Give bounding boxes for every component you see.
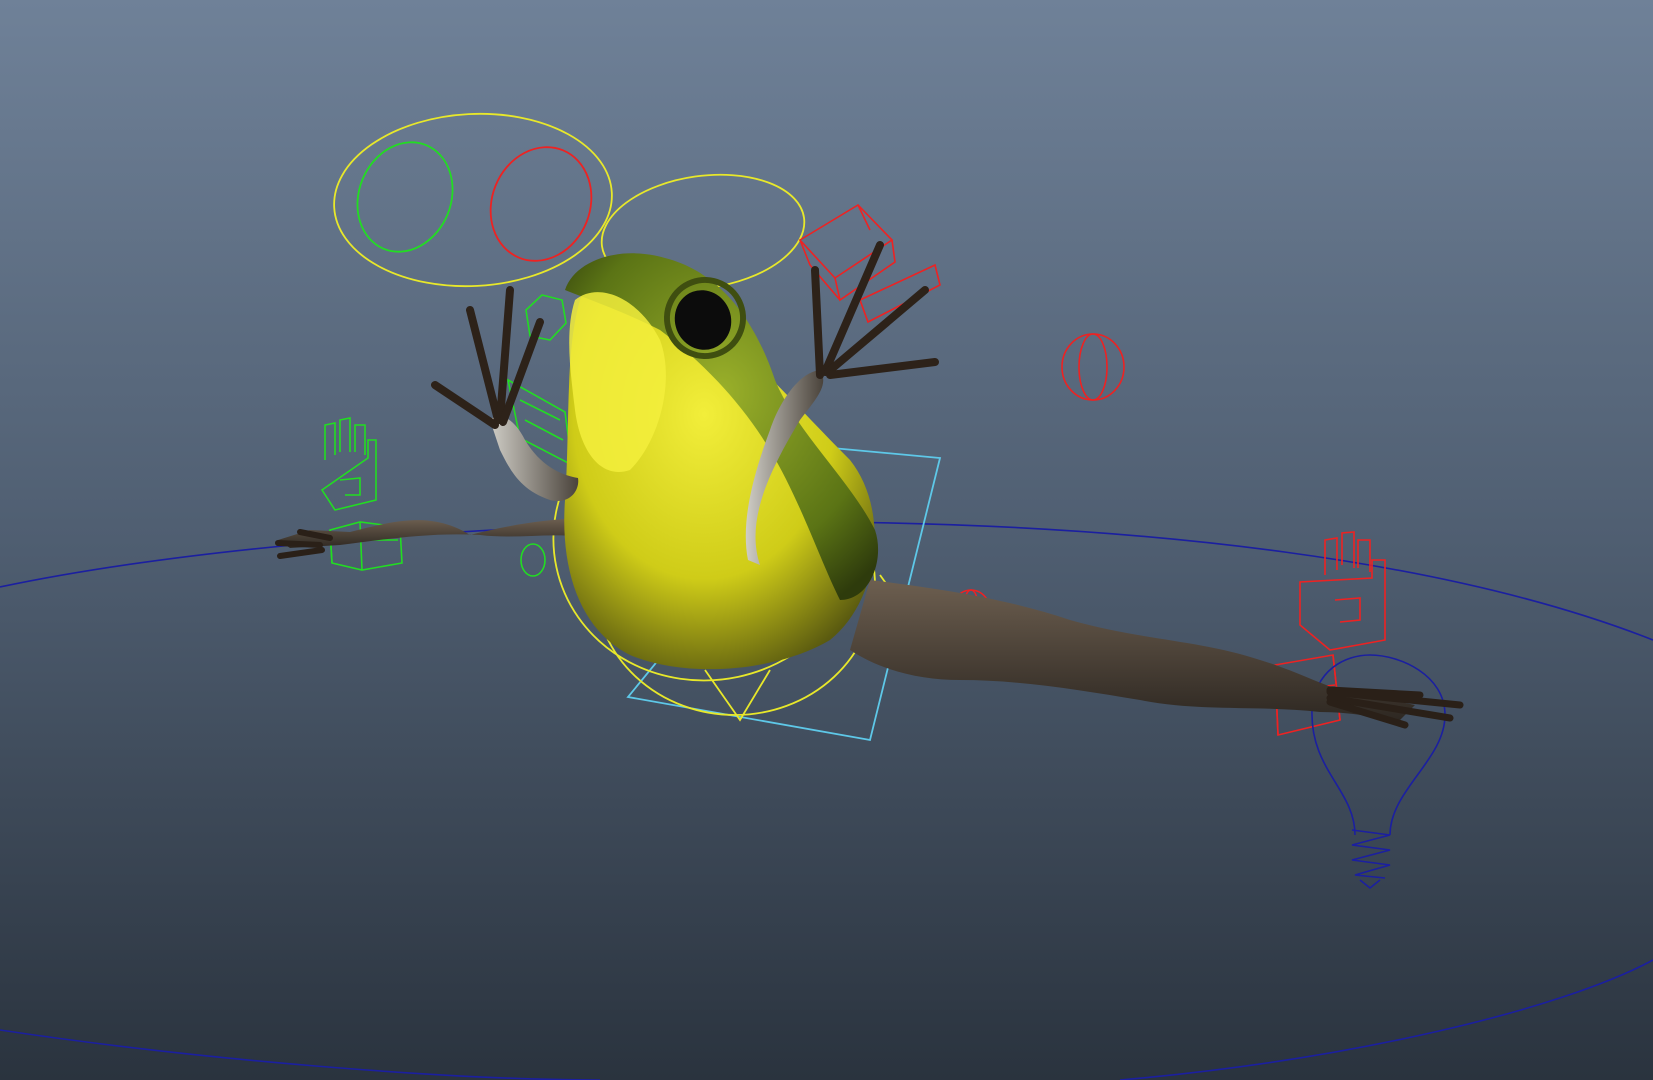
viewport-canvas[interactable] bbox=[0, 0, 1653, 1080]
3d-viewport[interactable] bbox=[0, 0, 1653, 1080]
